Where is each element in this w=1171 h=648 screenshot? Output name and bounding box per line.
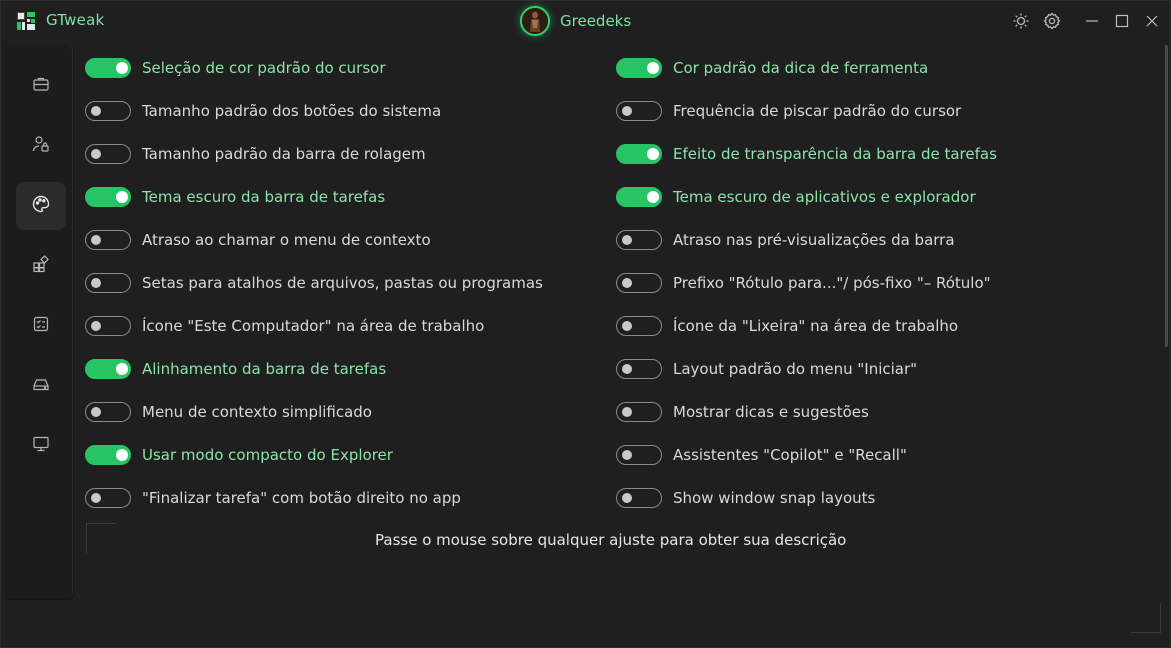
user-name: Greedeks (560, 12, 632, 30)
monitor-icon (32, 435, 50, 457)
setting-label: Setas para atalhos de arquivos, pastas o… (142, 274, 543, 292)
checklist-icon (32, 315, 50, 337)
setting-label: Usar modo compacto do Explorer (142, 446, 393, 464)
setting-label: Show window snap layouts (673, 489, 876, 507)
title-bar[interactable]: GTweak Greedeks (1, 1, 1171, 41)
toggle-switch[interactable] (85, 402, 131, 422)
toggle-switch[interactable] (85, 359, 131, 379)
setting-row[interactable]: Assistentes "Copilot" e "Recall" (616, 442, 907, 468)
toggle-switch[interactable] (85, 273, 131, 293)
setting-row[interactable]: Tamanho padrão da barra de rolagem (85, 141, 426, 167)
description-frame-corner (86, 523, 116, 553)
drive-icon (32, 375, 50, 397)
toggle-switch[interactable] (85, 230, 131, 250)
toggle-switch[interactable] (85, 144, 131, 164)
setting-label: Menu de contexto simplificado (142, 403, 372, 421)
setting-row[interactable]: Ícone "Este Computador" na área de traba… (85, 313, 484, 339)
resize-grip[interactable] (1131, 603, 1161, 633)
toggle-switch[interactable] (85, 101, 131, 121)
setting-label: Tamanho padrão dos botões do sistema (142, 102, 442, 120)
setting-row[interactable]: Layout padrão do menu "Iniciar" (616, 356, 917, 382)
setting-row[interactable]: "Finalizar tarefa" com botão direito no … (85, 485, 461, 511)
toggle-switch[interactable] (616, 101, 662, 121)
setting-row[interactable]: Tema escuro de aplicativos e explorador (616, 184, 976, 210)
avatar[interactable] (520, 6, 550, 36)
setting-row[interactable]: Tema escuro da barra de tarefas (85, 184, 385, 210)
setting-row[interactable]: Atraso nas pré-visualizações da barra (616, 227, 955, 253)
setting-label: Prefixo "Rótulo para..."/ pós-fixo "– Ró… (673, 274, 991, 292)
setting-label: Mostrar dicas e sugestões (673, 403, 869, 421)
setting-row[interactable]: Menu de contexto simplificado (85, 399, 372, 425)
setting-label: Cor padrão da dica de ferramenta (673, 59, 929, 77)
toggle-switch[interactable] (616, 445, 662, 465)
briefcase-icon (32, 75, 50, 97)
setting-row[interactable]: Frequência de piscar padrão do cursor (616, 98, 961, 124)
setting-label: Tema escuro da barra de tarefas (142, 188, 386, 206)
toggle-switch[interactable] (85, 488, 131, 508)
toggle-switch[interactable] (616, 144, 662, 164)
toggle-switch[interactable] (616, 273, 662, 293)
toggle-switch[interactable] (616, 316, 662, 336)
palette-icon (31, 194, 51, 218)
setting-label: Seleção de cor padrão do cursor (142, 59, 386, 77)
app-title: GTweak (46, 11, 105, 29)
settings-gear-icon[interactable] (1042, 11, 1062, 31)
app-window: GTweak Greedeks Seleção de cor padrão do… (0, 0, 1171, 648)
setting-label: Atraso nas pré-visualizações da barra (673, 231, 955, 249)
sidebar-item-system-info[interactable] (16, 422, 66, 470)
minimize-icon[interactable] (1082, 11, 1102, 31)
sidebar (3, 45, 73, 599)
setting-row[interactable]: Mostrar dicas e sugestões (616, 399, 869, 425)
toggle-switch[interactable] (85, 445, 131, 465)
setting-row[interactable]: Show window snap layouts (616, 485, 875, 511)
setting-label: Alinhamento da barra de tarefas (142, 360, 387, 378)
toggle-switch[interactable] (616, 488, 662, 508)
close-icon[interactable] (1142, 11, 1162, 31)
setting-row[interactable]: Cor padrão da dica de ferramenta (616, 55, 928, 81)
maximize-icon[interactable] (1112, 11, 1132, 31)
setting-row[interactable]: Prefixo "Rótulo para..."/ pós-fixo "– Ró… (616, 270, 991, 296)
setting-label: "Finalizar tarefa" com botão direito no … (142, 489, 461, 507)
toggle-switch[interactable] (616, 230, 662, 250)
setting-label: Ícone da "Lixeira" na área de trabalho (673, 317, 959, 335)
sidebar-item-storage[interactable] (16, 362, 66, 410)
setting-row[interactable]: Alinhamento da barra de tarefas (85, 356, 386, 382)
toggle-switch[interactable] (85, 187, 131, 207)
setting-label: Assistentes "Copilot" e "Recall" (673, 446, 907, 464)
setting-label: Layout padrão do menu "Iniciar" (673, 360, 918, 378)
sidebar-item-services[interactable] (16, 302, 66, 350)
toggle-switch[interactable] (85, 316, 131, 336)
setting-label: Ícone "Este Computador" na área de traba… (142, 317, 485, 335)
sidebar-item-apps[interactable] (16, 242, 66, 290)
setting-label: Atraso ao chamar o menu de contexto (142, 231, 431, 249)
toggle-switch[interactable] (85, 58, 131, 78)
setting-row[interactable]: Setas para atalhos de arquivos, pastas o… (85, 270, 543, 296)
setting-row[interactable]: Atraso ao chamar o menu de contexto (85, 227, 431, 253)
setting-label: Efeito de transparência da barra de tare… (673, 145, 997, 163)
toggle-switch[interactable] (616, 187, 662, 207)
setting-row[interactable]: Tamanho padrão dos botões do sistema (85, 98, 441, 124)
setting-label: Tema escuro de aplicativos e explorador (673, 188, 976, 206)
toggle-switch[interactable] (616, 402, 662, 422)
scrollbar[interactable] (1165, 45, 1168, 347)
description-hint: Passe o mouse sobre qualquer ajuste para… (375, 531, 847, 549)
setting-row[interactable]: Seleção de cor padrão do cursor (85, 55, 386, 81)
theme-sun-icon[interactable] (1011, 11, 1031, 31)
sidebar-item-privacy[interactable] (16, 122, 66, 170)
app-logo-icon (17, 12, 35, 30)
setting-row[interactable]: Usar modo compacto do Explorer (85, 442, 393, 468)
sidebar-item-interface[interactable] (16, 182, 66, 230)
setting-row[interactable]: Efeito de transparência da barra de tare… (616, 141, 997, 167)
setting-row[interactable]: Ícone da "Lixeira" na área de trabalho (616, 313, 958, 339)
toggle-switch[interactable] (616, 58, 662, 78)
apps-grid-icon (32, 255, 50, 277)
sidebar-item-system[interactable] (16, 62, 66, 110)
setting-label: Frequência de piscar padrão do cursor (673, 102, 962, 120)
toggle-switch[interactable] (616, 359, 662, 379)
setting-label: Tamanho padrão da barra de rolagem (142, 145, 426, 163)
user-lock-icon (32, 135, 50, 157)
